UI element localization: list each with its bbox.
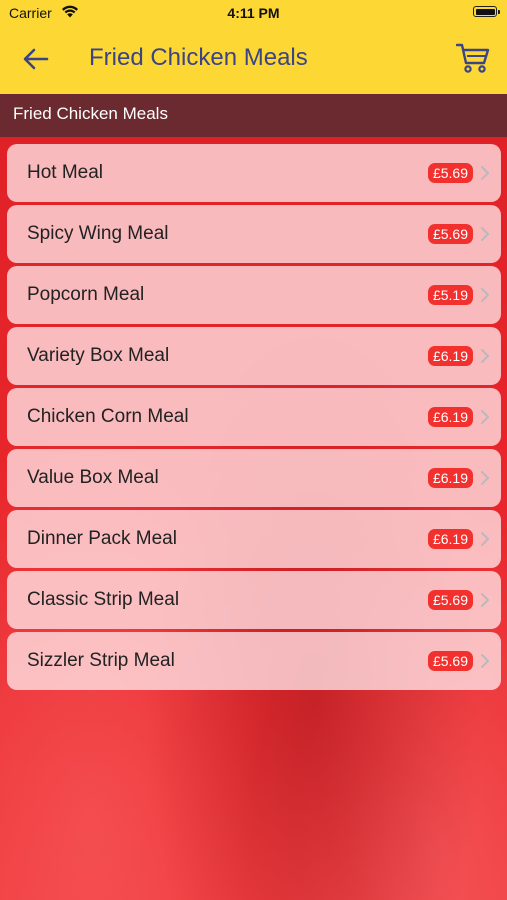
item-name: Spicy Wing Meal <box>27 223 169 244</box>
chevron-right-icon <box>481 288 489 302</box>
chevron-right-icon <box>481 532 489 546</box>
menu-item-dinner-pack-meal[interactable]: Dinner Pack Meal £6.19 <box>7 510 501 568</box>
item-name: Sizzler Strip Meal <box>27 650 175 671</box>
clock: 4:11 PM <box>227 5 280 21</box>
price-badge: £5.69 <box>427 224 473 244</box>
menu-item-hot-meal[interactable]: Hot Meal £5.69 <box>7 144 501 202</box>
item-name: Popcorn Meal <box>27 284 145 305</box>
cart-icon[interactable] <box>456 42 490 74</box>
menu-item-variety-box-meal[interactable]: Variety Box Meal £6.19 <box>7 327 501 385</box>
item-name: Variety Box Meal <box>27 345 170 366</box>
chevron-right-icon <box>481 471 489 485</box>
item-name: Chicken Corn Meal <box>27 406 189 427</box>
menu-item-chicken-corn-meal[interactable]: Chicken Corn Meal £6.19 <box>7 388 501 446</box>
price-badge: £5.69 <box>427 163 473 183</box>
section-title: Fried Chicken Meals <box>13 104 168 123</box>
status-bar: Carrier 4:11 PM <box>0 0 507 25</box>
menu-item-classic-strip-meal[interactable]: Classic Strip Meal £5.69 <box>7 571 501 629</box>
item-name: Dinner Pack Meal <box>27 528 177 549</box>
price-badge: £6.19 <box>427 468 473 488</box>
navigation-bar: Fried Chicken Meals <box>0 25 507 94</box>
item-name: Hot Meal <box>27 162 104 183</box>
price-badge: £6.19 <box>427 529 473 549</box>
menu-item-popcorn-meal[interactable]: Popcorn Meal £5.19 <box>7 266 501 324</box>
menu-item-sizzler-strip-meal[interactable]: Sizzler Strip Meal £5.69 <box>7 632 501 690</box>
item-name: Classic Strip Meal <box>27 589 180 610</box>
chevron-right-icon <box>481 593 489 607</box>
price-badge: £5.69 <box>427 651 473 671</box>
section-header: Fried Chicken Meals <box>0 94 507 137</box>
chevron-right-icon <box>481 227 489 241</box>
price-badge: £5.69 <box>427 590 473 610</box>
item-name: Value Box Meal <box>27 467 159 488</box>
menu-item-value-box-meal[interactable]: Value Box Meal £6.19 <box>7 449 501 507</box>
chevron-right-icon <box>481 349 489 363</box>
price-badge: £5.19 <box>427 285 473 305</box>
page-title: Fried Chicken Meals <box>89 44 308 71</box>
chevron-right-icon <box>481 410 489 424</box>
menu-list: Hot Meal £5.69 Spicy Wing Meal £5.69 Pop… <box>7 144 501 693</box>
chevron-right-icon <box>481 654 489 668</box>
price-badge: £6.19 <box>427 407 473 427</box>
battery-icon <box>473 6 500 17</box>
chevron-right-icon <box>481 166 489 180</box>
price-badge: £6.19 <box>427 346 473 366</box>
back-arrow-icon[interactable] <box>22 47 50 71</box>
menu-item-spicy-wing-meal[interactable]: Spicy Wing Meal £5.69 <box>7 205 501 263</box>
